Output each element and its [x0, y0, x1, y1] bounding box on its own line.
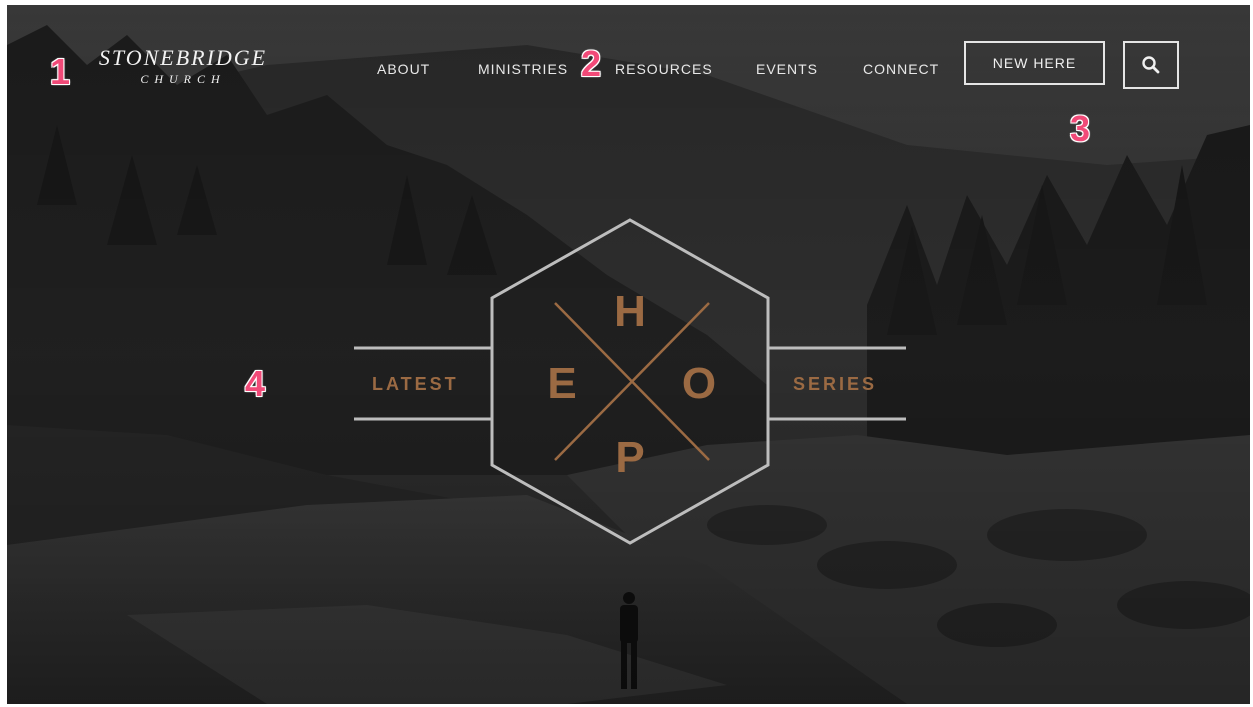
- hero-section: STONEBRIDGE CHURCH ABOUT MINISTRIES RESO…: [7, 5, 1250, 704]
- emblem-letter-p: P: [615, 433, 644, 482]
- hero-word-series: SERIES: [793, 374, 878, 394]
- emblem-letter-e: E: [547, 359, 576, 408]
- hero-word-latest: LATEST: [372, 374, 459, 394]
- annotation-marker-2: 2: [581, 43, 602, 84]
- emblem-letter-o: O: [682, 359, 716, 408]
- annotation-marker-3: 3: [1070, 108, 1091, 149]
- annotation-marker-4: 4: [245, 363, 266, 404]
- emblem-letter-h: H: [614, 287, 646, 336]
- annotation-marker-1: 1: [50, 51, 71, 92]
- series-emblem: H E O P: [354, 218, 906, 545]
